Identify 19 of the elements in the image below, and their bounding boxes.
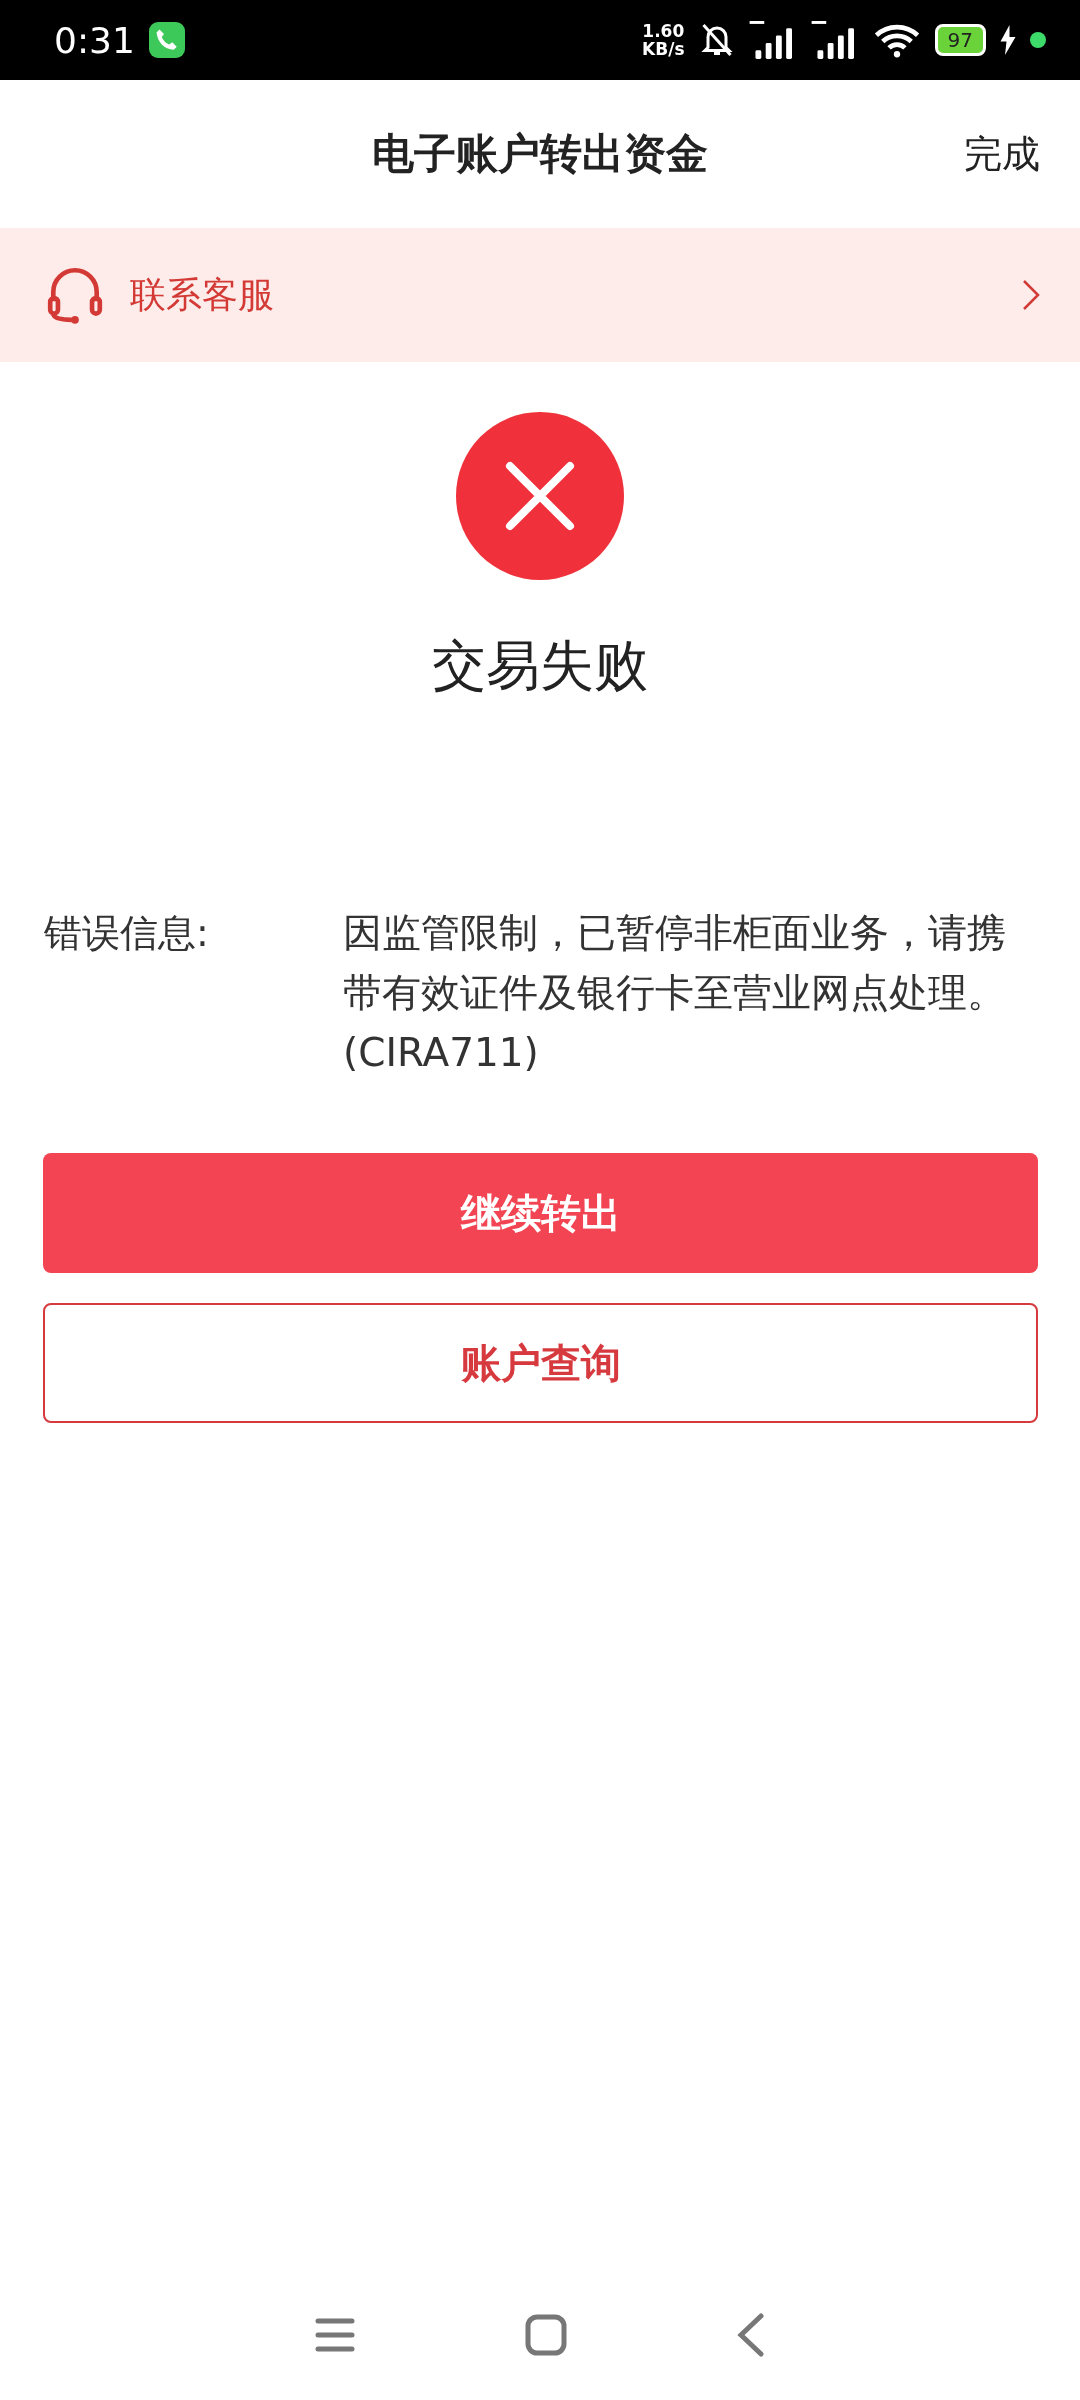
home-icon[interactable] <box>525 2314 567 2356</box>
page-title: 电子账户转出资金 <box>372 128 708 180</box>
battery-level: 97 <box>934 24 986 56</box>
chevron-right-icon <box>1022 279 1040 311</box>
charging-icon <box>1000 25 1016 55</box>
status-dot-icon <box>1030 32 1046 48</box>
customer-service-banner[interactable]: 联系客服 <box>0 228 1080 362</box>
phone-app-icon <box>148 22 185 58</box>
menu-icon[interactable] <box>315 2317 355 2353</box>
network-speed: 1.60 KB/s <box>642 22 685 58</box>
status-time: 0:31 <box>54 19 135 61</box>
back-icon[interactable] <box>737 2313 765 2357</box>
error-label: 错误信息: <box>44 910 210 957</box>
customer-service-label: 联系客服 <box>130 272 275 317</box>
done-button[interactable]: 完成 <box>964 128 1040 180</box>
account-query-button[interactable]: 账户查询 <box>43 1303 1038 1423</box>
result-title: 交易失败 <box>432 633 648 699</box>
error-message: 因监管限制，已暂停非柜面业务，请携带有效证件及银行卡至营业网点处理。(CIRA711) <box>343 909 1007 1077</box>
continue-button[interactable]: 继续转出 <box>43 1153 1038 1273</box>
